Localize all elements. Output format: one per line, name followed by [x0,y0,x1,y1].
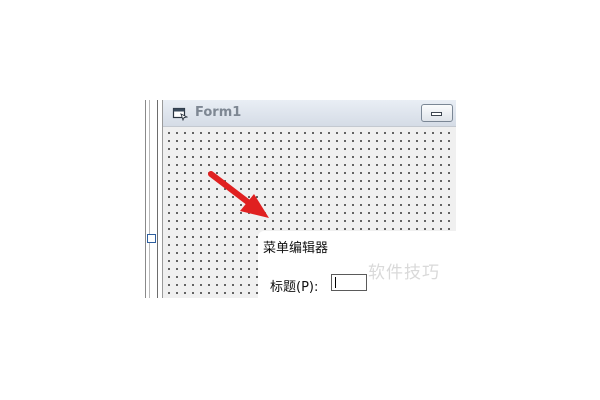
caption-label: 标题(P): [270,280,319,295]
red-arrow-icon [208,171,269,218]
caption-input[interactable] [331,274,367,291]
menu-editor-title: 菜单编辑器 [263,241,329,256]
form-title: Form1 [195,105,242,120]
minimize-button[interactable] [421,104,453,122]
border-line [149,100,150,298]
form-titlebar[interactable]: Form1 [163,100,456,127]
border-line [157,100,158,298]
text-caret [335,277,336,288]
border-line [145,100,146,298]
watermark: 软件技巧 [368,263,440,283]
form-icon [172,107,188,121]
minimize-icon [431,112,442,116]
resize-handle[interactable] [147,234,156,243]
